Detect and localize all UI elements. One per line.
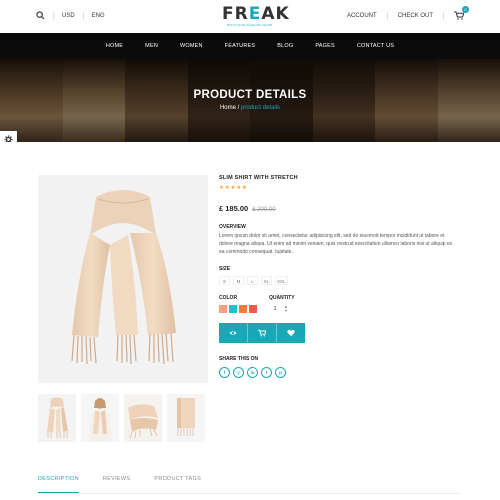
twitter-icon[interactable]: t (261, 367, 272, 378)
divider (82, 11, 84, 20)
color-swatch-orange[interactable] (239, 305, 247, 313)
social-share-links: f ◎ in t p (219, 367, 464, 378)
quantity-value[interactable]: 1 (269, 304, 281, 314)
product-action-buttons (219, 323, 305, 343)
color-label: COLOR (219, 295, 238, 301)
facebook-icon[interactable]: f (219, 367, 230, 378)
divider (386, 11, 388, 20)
color-swatches (219, 305, 269, 313)
top-bar-right: ACCOUNT CHECK OUT 0 (347, 6, 469, 20)
color-swatch-peach[interactable] (219, 305, 227, 313)
current-price: £ 185.00 (219, 204, 249, 213)
color-section: COLOR (219, 295, 269, 314)
top-bar-left: USD ENG (36, 11, 105, 20)
old-price: £ 200.00 (252, 207, 276, 213)
gear-icon (4, 135, 13, 142)
quantity-arrows[interactable]: ▲ ▼ (284, 305, 288, 313)
product-thumbnail[interactable] (124, 394, 162, 442)
account-link[interactable]: ACCOUNT (347, 13, 377, 19)
size-option-m[interactable]: M (233, 276, 244, 285)
tab-product-tags[interactable]: PRODUCT TAGS (154, 474, 201, 493)
quantity-label: QUANTITY (269, 295, 295, 301)
search-icon[interactable] (36, 11, 45, 20)
product-main-image[interactable] (38, 175, 208, 383)
breadcrumb-current: product details (241, 105, 281, 111)
checkout-link[interactable]: CHECK OUT (398, 13, 433, 19)
top-bar: USD ENG FREAK BOUTIQUE FASHION SHOP ACCO… (0, 0, 500, 33)
size-option-xxl[interactable]: XXL (275, 276, 288, 285)
quantity-section: QUANTITY 1 ▲ ▼ (269, 295, 319, 314)
cart-count-badge: 0 (462, 6, 469, 13)
main-nav: HOME MEN WOMEN FEATURES BLOG PAGES CONTA… (0, 33, 500, 59)
add-to-cart-button[interactable] (248, 323, 277, 343)
product-thumbnail[interactable] (38, 394, 76, 442)
breadcrumb-home[interactable]: Home (220, 105, 236, 111)
tab-description[interactable]: DESCRIPTION (38, 474, 79, 493)
nav-item-contact[interactable]: CONTACT US (357, 43, 394, 49)
site-logo[interactable]: FREAK BOUTIQUE FASHION SHOP (222, 4, 290, 28)
product-thumbnail[interactable] (167, 394, 205, 442)
cart-button[interactable]: 0 (454, 6, 469, 20)
divider (443, 11, 444, 20)
share-label: SHARE THIS ON (219, 356, 259, 362)
divider (53, 11, 54, 20)
linkedin-icon[interactable]: in (247, 367, 258, 378)
size-option-l[interactable]: L (247, 276, 258, 285)
color-quantity-row: COLOR QUANTITY 1 ▲ ▼ (219, 295, 464, 314)
eye-icon (229, 331, 237, 335)
nav-item-blog[interactable]: BLOG (277, 43, 293, 49)
size-option-xl[interactable]: XL (261, 276, 272, 285)
language-selector[interactable]: ENG (92, 13, 105, 19)
nav-item-features[interactable]: FEATURES (225, 43, 256, 49)
cart-icon (258, 329, 266, 337)
heart-icon (287, 329, 295, 337)
page-hero-banner: PRODUCT DETAILS Home / product details (0, 59, 500, 142)
product-price: £ 185.00 £ 200.00 (219, 204, 464, 213)
instagram-icon[interactable]: ◎ (233, 367, 244, 378)
nav-item-home[interactable]: HOME (106, 43, 123, 49)
product-thumbnail[interactable] (81, 394, 119, 442)
color-swatch-red[interactable] (249, 305, 257, 313)
logo-wordmark: FREAK (222, 4, 290, 24)
scarf-image (71, 190, 176, 365)
color-swatch-teal[interactable] (229, 305, 237, 313)
quantity-stepper[interactable]: 1 ▲ ▼ (269, 304, 319, 314)
size-option-s[interactable]: S (219, 276, 230, 285)
nav-item-men[interactable]: MEN (145, 43, 158, 49)
page-title: PRODUCT DETAILS (193, 89, 307, 101)
product-details: SLIM SHIRT WITH STRETCH ★★★★★ £ 185.00 £… (219, 175, 464, 378)
product-info-tabs: DESCRIPTION REVIEWS PRODUCT TAGS (38, 474, 462, 494)
tab-reviews[interactable]: REVIEWS (103, 474, 130, 493)
overview-label: OVERVIEW (219, 224, 246, 230)
nav-item-pages[interactable]: PAGES (315, 43, 335, 49)
size-label: SIZE (219, 266, 231, 272)
quick-view-button[interactable] (219, 323, 248, 343)
star-rating: ★★★★★ (219, 185, 248, 191)
pinterest-icon[interactable]: p (275, 367, 286, 378)
product-thumbnails (38, 394, 208, 442)
currency-selector[interactable]: USD (62, 13, 75, 19)
chevron-down-icon[interactable]: ▼ (284, 309, 288, 313)
wishlist-button[interactable] (277, 323, 305, 343)
breadcrumb: Home / product details (0, 105, 500, 111)
product-title: SLIM SHIRT WITH STRETCH (219, 175, 298, 181)
settings-toggle[interactable] (0, 131, 17, 142)
size-options: S M L XL XXL (219, 276, 464, 285)
overview-text: Lorem ipsum dolor sit amet, consectetur … (219, 233, 453, 255)
logo-tagline: BOUTIQUE FASHION SHOP (227, 23, 273, 27)
nav-item-women[interactable]: WOMEN (180, 43, 203, 49)
